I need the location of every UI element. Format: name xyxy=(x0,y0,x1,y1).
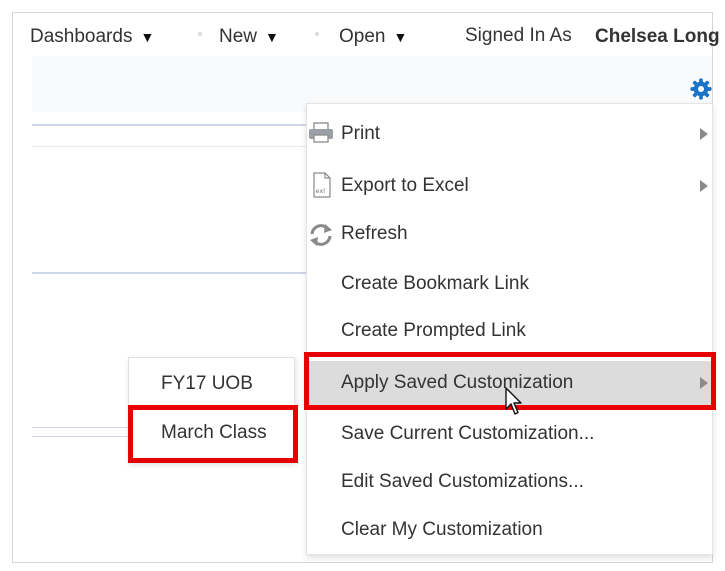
menu-item-label: Create Prompted Link xyxy=(341,320,526,341)
printer-icon xyxy=(309,122,333,143)
open-caret-icon: ▼ xyxy=(393,29,408,45)
menu-item-label: Edit Saved Customizations... xyxy=(341,471,584,492)
signed-in-label: Signed In As xyxy=(465,25,572,46)
saved-customizations-submenu: FY17 UOB March Class xyxy=(128,357,295,463)
dashboards-label: Dashboards xyxy=(30,26,133,47)
section-divider xyxy=(32,124,308,126)
menu-item-save-current-customization[interactable]: Save Current Customization... xyxy=(307,414,712,454)
section-divider xyxy=(32,272,308,274)
gear-icon[interactable] xyxy=(690,78,712,100)
menu-item-label: Create Bookmark Link xyxy=(341,273,529,294)
menu-item-clear-my-customization[interactable]: Clear My Customization xyxy=(307,511,712,551)
refresh-icon xyxy=(310,224,332,246)
submenu-arrow-icon xyxy=(700,377,708,389)
page-options-menu: Print exl Export to Excel Refresh Create… xyxy=(306,103,713,555)
open-label: Open xyxy=(339,26,386,47)
nav-separator xyxy=(198,32,202,36)
section-divider xyxy=(32,427,128,428)
new-caret-icon: ▼ xyxy=(265,29,279,45)
submenu-arrow-icon xyxy=(700,180,708,192)
menu-item-label: Apply Saved Customization xyxy=(341,372,574,393)
section-divider xyxy=(32,436,128,437)
top-navigation-bar: Dashboards ▼ New ▼ Open ▼ Signed In As C… xyxy=(30,20,720,56)
new-label: New xyxy=(219,26,258,47)
menu-item-edit-saved-customizations[interactable]: Edit Saved Customizations... xyxy=(307,462,712,502)
menu-item-print[interactable]: Print xyxy=(307,112,712,152)
menu-item-create-bookmark-link[interactable]: Create Bookmark Link xyxy=(307,264,712,304)
submenu-item-fy17-uob[interactable]: FY17 UOB xyxy=(161,373,253,395)
menu-item-create-prompted-link[interactable]: Create Prompted Link xyxy=(307,311,712,351)
menu-item-refresh[interactable]: Refresh xyxy=(307,214,712,254)
nav-separator xyxy=(315,32,319,36)
menu-item-label: Save Current Customization... xyxy=(341,423,595,444)
menu-item-label: Export to Excel xyxy=(341,175,469,196)
dashboards-menu[interactable]: Dashboards ▼ xyxy=(30,26,154,48)
submenu-arrow-icon xyxy=(700,128,708,140)
submenu-item-march-class[interactable]: March Class xyxy=(161,422,267,444)
open-menu[interactable]: Open ▼ xyxy=(339,26,407,48)
dashboards-caret-icon: ▼ xyxy=(140,29,155,45)
mouse-cursor-icon xyxy=(505,387,522,415)
menu-item-label: Refresh xyxy=(341,223,408,244)
menu-item-label: Clear My Customization xyxy=(341,519,543,540)
section-divider xyxy=(32,146,308,147)
menu-item-export-excel[interactable]: exl Export to Excel xyxy=(307,164,712,204)
menu-item-label: Print xyxy=(341,123,381,144)
svg-text:exl: exl xyxy=(316,187,326,195)
excel-file-icon: exl xyxy=(313,172,331,198)
new-menu[interactable]: New ▼ xyxy=(219,26,279,48)
signed-in-user[interactable]: Chelsea Long xyxy=(595,26,720,48)
